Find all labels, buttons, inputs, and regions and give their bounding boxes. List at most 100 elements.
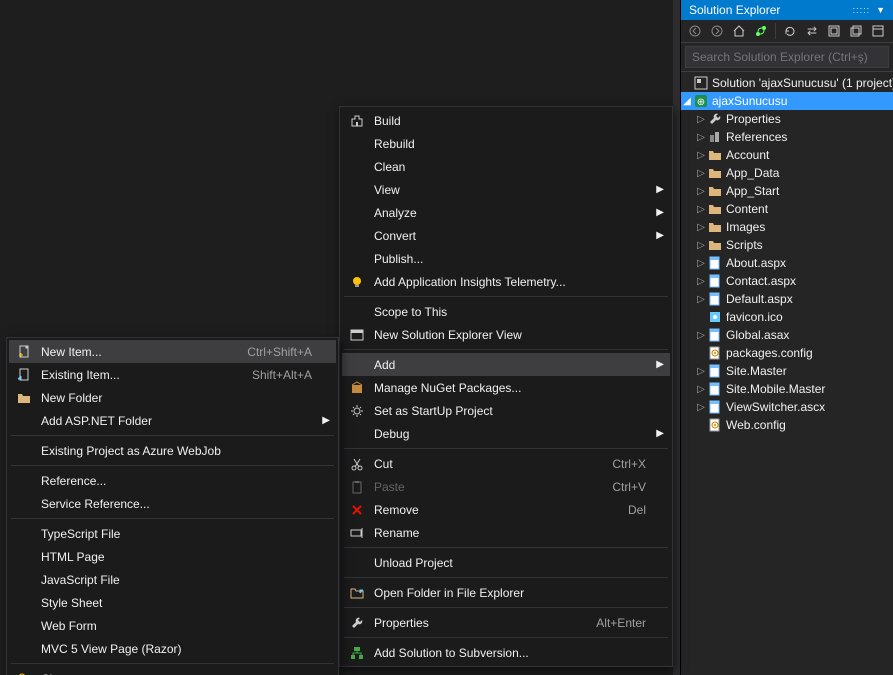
context-menu-item[interactable]: Publish... <box>342 247 670 270</box>
tree-item[interactable]: ▷Images <box>681 218 893 236</box>
tree-item[interactable]: packages.config <box>681 344 893 362</box>
context-menu-item[interactable]: Manage NuGet Packages... <box>342 376 670 399</box>
tree-item[interactable]: ▷Account <box>681 146 893 164</box>
expander-icon[interactable]: ▷ <box>695 204 707 215</box>
expander-icon[interactable]: ▷ <box>695 366 707 377</box>
menu-label: Web Form <box>41 619 312 633</box>
folder-icon <box>707 165 723 181</box>
context-menu-item[interactable]: Add Solution to Subversion... <box>342 641 670 664</box>
copy-icon[interactable] <box>848 23 864 39</box>
add-menu-item[interactable]: HTML Page <box>9 545 336 568</box>
add-menu-item[interactable]: New Folder <box>9 386 336 409</box>
add-menu-item[interactable]: Add ASP.NET Folder▶ <box>9 409 336 432</box>
tree-item[interactable]: ▷Contact.aspx <box>681 272 893 290</box>
context-menu-item[interactable]: Analyze▶ <box>342 201 670 224</box>
project-node[interactable]: ◢⊕ajaxSunucusu <box>681 92 893 110</box>
context-menu-item[interactable]: Set as StartUp Project <box>342 399 670 422</box>
expander-icon[interactable]: ▷ <box>695 402 707 413</box>
context-menu-item[interactable]: View▶ <box>342 178 670 201</box>
context-menu-item[interactable]: RemoveDel <box>342 498 670 521</box>
tree-item[interactable]: ▷Scripts <box>681 236 893 254</box>
tree-item[interactable]: ▷Content <box>681 200 893 218</box>
solution-tree[interactable]: Solution 'ajaxSunucusu' (1 project)◢⊕aja… <box>681 72 893 675</box>
menu-label: Style Sheet <box>41 596 312 610</box>
expander-icon[interactable]: ▷ <box>695 384 707 395</box>
menu-label: Add <box>374 358 646 372</box>
expander-icon[interactable]: ▷ <box>695 168 707 179</box>
properties-icon[interactable] <box>870 23 886 39</box>
add-menu-item[interactable]: Reference... <box>9 469 336 492</box>
expander-icon[interactable]: ▷ <box>695 114 707 125</box>
menu-shortcut: Ctrl+X <box>612 457 646 471</box>
expander-icon[interactable]: ▷ <box>695 150 707 161</box>
add-menu-item[interactable]: Web Form <box>9 614 336 637</box>
menu-label: Clean <box>374 160 646 174</box>
submenu-arrow-icon: ▶ <box>656 428 664 439</box>
add-menu-item[interactable]: New Item...Ctrl+Shift+A <box>9 340 336 363</box>
expander-icon[interactable]: ▷ <box>695 186 707 197</box>
expander-icon[interactable]: ▷ <box>695 240 707 251</box>
add-menu-item[interactable]: MVC 5 View Page (Razor) <box>9 637 336 660</box>
context-menu-item[interactable]: PropertiesAlt+Enter <box>342 611 670 634</box>
back-icon[interactable] <box>687 23 703 39</box>
context-menu-item[interactable]: Open Folder in File Explorer <box>342 581 670 604</box>
expander-icon[interactable]: ▷ <box>695 258 707 269</box>
context-menu-item[interactable]: Add Application Insights Telemetry... <box>342 270 670 293</box>
tree-item[interactable]: ▷App_Data <box>681 164 893 182</box>
expander-icon[interactable]: ▷ <box>695 330 707 341</box>
add-menu-item[interactable]: JavaScript File <box>9 568 336 591</box>
expander-icon[interactable]: ▷ <box>695 276 707 287</box>
menu-label: Rebuild <box>374 137 646 151</box>
expander-icon[interactable]: ▷ <box>695 222 707 233</box>
tree-item[interactable]: ▷App_Start <box>681 182 893 200</box>
expander-icon[interactable]: ◢ <box>681 96 693 107</box>
context-menu-item[interactable]: New Solution Explorer View <box>342 323 670 346</box>
search-input[interactable] <box>685 46 889 68</box>
add-menu-item[interactable]: Class... <box>9 667 336 675</box>
panel-dropdown-icon[interactable]: ▼ <box>876 5 885 15</box>
sync-icon[interactable] <box>753 23 769 39</box>
expander-icon[interactable]: ▷ <box>695 132 707 143</box>
tree-item[interactable]: Web.config <box>681 416 893 434</box>
collapse-icon[interactable]: ⇄ <box>804 23 820 39</box>
context-menu-item[interactable]: Convert▶ <box>342 224 670 247</box>
menu-separator <box>11 465 334 466</box>
menu-label: Analyze <box>374 206 646 220</box>
tree-item[interactable]: ▷Properties <box>681 110 893 128</box>
context-menu-item[interactable]: Add▶ <box>342 353 670 376</box>
blank-icon <box>11 593 37 613</box>
solution-node[interactable]: Solution 'ajaxSunucusu' (1 project) <box>681 74 893 92</box>
nuget-icon <box>344 378 370 398</box>
tree-item[interactable]: ▷Default.aspx <box>681 290 893 308</box>
context-menu-item[interactable]: Clean <box>342 155 670 178</box>
tree-item[interactable]: ▷Global.asax <box>681 326 893 344</box>
tree-item[interactable]: ▷About.aspx <box>681 254 893 272</box>
add-menu-item[interactable]: Service Reference... <box>9 492 336 515</box>
context-menu-item[interactable]: Unload Project <box>342 551 670 574</box>
context-menu-item[interactable]: CutCtrl+X <box>342 452 670 475</box>
forward-icon[interactable] <box>709 23 725 39</box>
panel-title-bar[interactable]: Solution Explorer ::::: ▼ <box>681 0 893 20</box>
context-menu-item[interactable]: Rebuild <box>342 132 670 155</box>
tree-item[interactable]: ▷ViewSwitcher.ascx <box>681 398 893 416</box>
context-menu-item[interactable]: Rename <box>342 521 670 544</box>
expander-icon[interactable]: ▷ <box>695 294 707 305</box>
folder-icon <box>707 201 723 217</box>
search-box-container <box>681 43 893 72</box>
context-menu-item[interactable]: Scope to This <box>342 300 670 323</box>
add-menu-item[interactable]: Existing Item...Shift+Alt+A <box>9 363 336 386</box>
context-menu-item[interactable]: Build <box>342 109 670 132</box>
context-menu-item[interactable]: Debug▶ <box>342 422 670 445</box>
home-icon[interactable] <box>731 23 747 39</box>
prop-icon <box>344 613 370 633</box>
show-all-icon[interactable] <box>826 23 842 39</box>
tree-item[interactable]: favicon.ico <box>681 308 893 326</box>
tree-item[interactable]: ▷References <box>681 128 893 146</box>
tree-item[interactable]: ▷Site.Mobile.Master <box>681 380 893 398</box>
refresh-icon[interactable] <box>782 23 798 39</box>
menu-shortcut: Ctrl+V <box>612 480 646 494</box>
add-menu-item[interactable]: Existing Project as Azure WebJob <box>9 439 336 462</box>
tree-item[interactable]: ▷Site.Master <box>681 362 893 380</box>
add-menu-item[interactable]: TypeScript File <box>9 522 336 545</box>
add-menu-item[interactable]: Style Sheet <box>9 591 336 614</box>
